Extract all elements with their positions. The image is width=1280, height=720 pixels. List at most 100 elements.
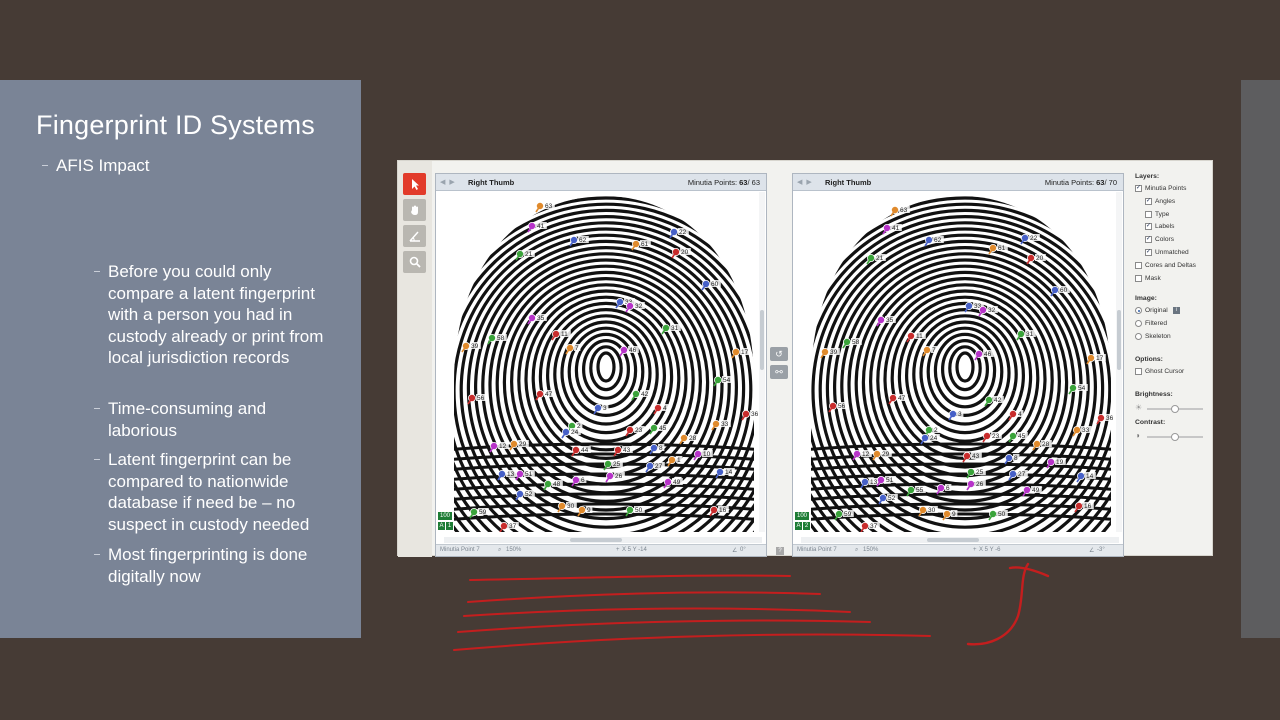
match-score-badge: 100 A 1 xyxy=(438,512,453,530)
minutia-label: 6 xyxy=(946,485,950,492)
minutia-label: 50 xyxy=(998,511,1006,518)
minutia-point[interactable]: 50 xyxy=(988,509,1008,521)
minutia-label: 47 xyxy=(898,395,906,402)
minutia-point[interactable]: 63 xyxy=(535,201,555,213)
layer-checkbox-unmatched[interactable]: ✓ Unmatched xyxy=(1145,249,1189,256)
status-coords: X 5 Y -6 xyxy=(979,547,1001,553)
brightness-slider[interactable] xyxy=(1147,405,1203,413)
minutia-label: 62 xyxy=(579,237,587,244)
minutia-label: 11 xyxy=(916,333,923,340)
minutia-label: 30 xyxy=(928,507,936,514)
red-ink-annotation xyxy=(453,562,1050,651)
layer-checkbox-cores-and-deltas[interactable]: Cores and Deltas xyxy=(1135,261,1196,269)
minutia-points-count: Minutia Points: 63/ 70 xyxy=(1044,178,1117,187)
minutia-label: 24 xyxy=(571,429,579,436)
minutia-label: 27 xyxy=(1018,471,1026,478)
minutia-point[interactable]: 17 xyxy=(1086,353,1106,365)
brightness-label: Brightness: xyxy=(1135,391,1173,398)
contrast-slider[interactable] xyxy=(1147,433,1203,441)
layer-checkbox-mask[interactable]: Mask xyxy=(1135,274,1161,282)
layer-checkbox-labels[interactable]: ✓ Labels xyxy=(1145,223,1174,231)
image-radio-original[interactable]: Original i xyxy=(1135,307,1180,314)
minutia-label: 3 xyxy=(603,405,607,412)
image-heading: Image: xyxy=(1135,295,1157,302)
pointer-tool-button[interactable] xyxy=(403,173,426,195)
fingerprint-image[interactable]: 6341216261222060355839333211746311754474… xyxy=(801,192,1117,532)
pane-title: Right Thumb xyxy=(825,178,872,187)
minutia-label: 31 xyxy=(671,325,679,332)
minutia-point[interactable]: 3 xyxy=(948,409,964,421)
reference-print-pane[interactable]: ◀▶ Right Thumb Minutia Points: 63/ 70 6 3… xyxy=(792,173,1124,557)
bullet-3: Latent fingerprint can be compared to na… xyxy=(94,449,334,535)
image-radio-skeleton[interactable]: Skeleton xyxy=(1135,333,1171,340)
minutia-label: 41 xyxy=(892,225,900,232)
slide-top-band xyxy=(0,0,1280,80)
minutia-label: 49 xyxy=(1032,487,1040,494)
pane-nav-arrows-icon[interactable]: ◀▶ xyxy=(797,178,816,186)
minutia-point[interactable]: 26 xyxy=(605,471,625,483)
minutia-label: 13 xyxy=(870,479,878,486)
minutia-point[interactable]: 24 xyxy=(561,427,581,439)
layer-checkbox-angles[interactable]: ✓ Angles xyxy=(1145,197,1175,205)
image-radio-filtered[interactable]: Filtered xyxy=(1135,320,1167,327)
angle-small-icon: ∠ xyxy=(732,548,738,554)
info-icon[interactable]: i xyxy=(1172,307,1180,314)
minutia-label: 11 xyxy=(561,331,568,338)
minutia-label: 60 xyxy=(711,281,719,288)
minutia-point[interactable]: 36 xyxy=(741,409,760,421)
help-button[interactable]: ? xyxy=(776,547,784,555)
link-panes-button[interactable]: ⚯ xyxy=(770,365,788,379)
minutia-label: 62 xyxy=(934,237,942,244)
minutia-point[interactable]: 27 xyxy=(1008,469,1028,481)
horizontal-scrollbar[interactable] xyxy=(444,537,762,543)
minutia-point[interactable]: 26 xyxy=(966,479,986,491)
latent-print-pane[interactable]: ◀▶ Right Thumb Minutia Points: 63/ 63 63… xyxy=(435,173,767,557)
minutia-label: 46 xyxy=(984,351,992,358)
minutia-label: 33 xyxy=(1082,427,1090,434)
minutia-point[interactable]: 43 xyxy=(962,451,982,463)
minutia-label: 25 xyxy=(976,469,984,476)
bullet-1: Before you could only compare a latent f… xyxy=(94,261,334,369)
layer-checkbox-colors[interactable]: ✓ Colors xyxy=(1145,236,1174,244)
layer-checkbox-minutia-points[interactable]: ✓ Minutia Points xyxy=(1135,185,1186,192)
minutia-label: 56 xyxy=(838,403,846,410)
contrast-label: Contrast: xyxy=(1135,419,1166,426)
minutia-label: 35 xyxy=(537,315,545,322)
minutia-label: 20 xyxy=(681,249,689,256)
minutia-point[interactable]: 54 xyxy=(1068,383,1088,395)
layer-checkbox-type[interactable]: Type xyxy=(1145,210,1169,218)
tool-bar xyxy=(398,161,432,557)
fingerprint-ridges: 6341216261222060355839333211746311754474… xyxy=(454,196,760,532)
horizontal-scrollbar[interactable] xyxy=(801,537,1119,543)
status-angle: -3° xyxy=(1097,547,1105,553)
vertical-scrollbar[interactable] xyxy=(759,192,765,532)
minutia-label: 46 xyxy=(629,347,637,354)
minutia-point[interactable]: 46 xyxy=(619,345,639,357)
minutia-label: 16 xyxy=(719,507,727,514)
minutia-point[interactable]: 11 xyxy=(551,329,571,341)
status-zoom: 150% xyxy=(863,547,879,553)
crosshair-icon: + xyxy=(973,547,977,553)
minutia-label: 14 xyxy=(725,469,733,476)
zoom-tool-button[interactable] xyxy=(403,251,426,273)
minutia-points-count: Minutia Points: 63/ 63 xyxy=(687,178,760,187)
angle-icon xyxy=(408,231,420,242)
match-score-badge: 100 A 2 xyxy=(795,512,810,530)
minutia-label: 51 xyxy=(886,477,894,484)
fingerprint-image[interactable]: 6341216261222060355839333211746311754474… xyxy=(444,192,760,532)
vertical-scrollbar[interactable] xyxy=(1116,192,1122,532)
minutia-label: 26 xyxy=(615,473,623,480)
minutia-label: 61 xyxy=(641,241,649,248)
link-icon: ⚯ xyxy=(775,367,783,377)
angle-tool-button[interactable] xyxy=(403,225,426,247)
minutia-label: 51 xyxy=(525,471,533,478)
pane-nav-arrows-icon[interactable]: ◀▶ xyxy=(440,178,459,186)
status-minutia-point: Minutia Point 7 xyxy=(797,547,837,553)
hand-tool-button[interactable] xyxy=(403,199,426,221)
section-bullet: AFIS Impact xyxy=(42,156,150,175)
minutia-label: 37 xyxy=(509,523,517,530)
reset-view-button[interactable]: ↺ xyxy=(770,347,788,361)
layers-heading: Layers: xyxy=(1135,173,1160,180)
minutia-label: 56 xyxy=(477,395,485,402)
ghost-cursor-checkbox[interactable]: Ghost Cursor xyxy=(1135,368,1184,375)
